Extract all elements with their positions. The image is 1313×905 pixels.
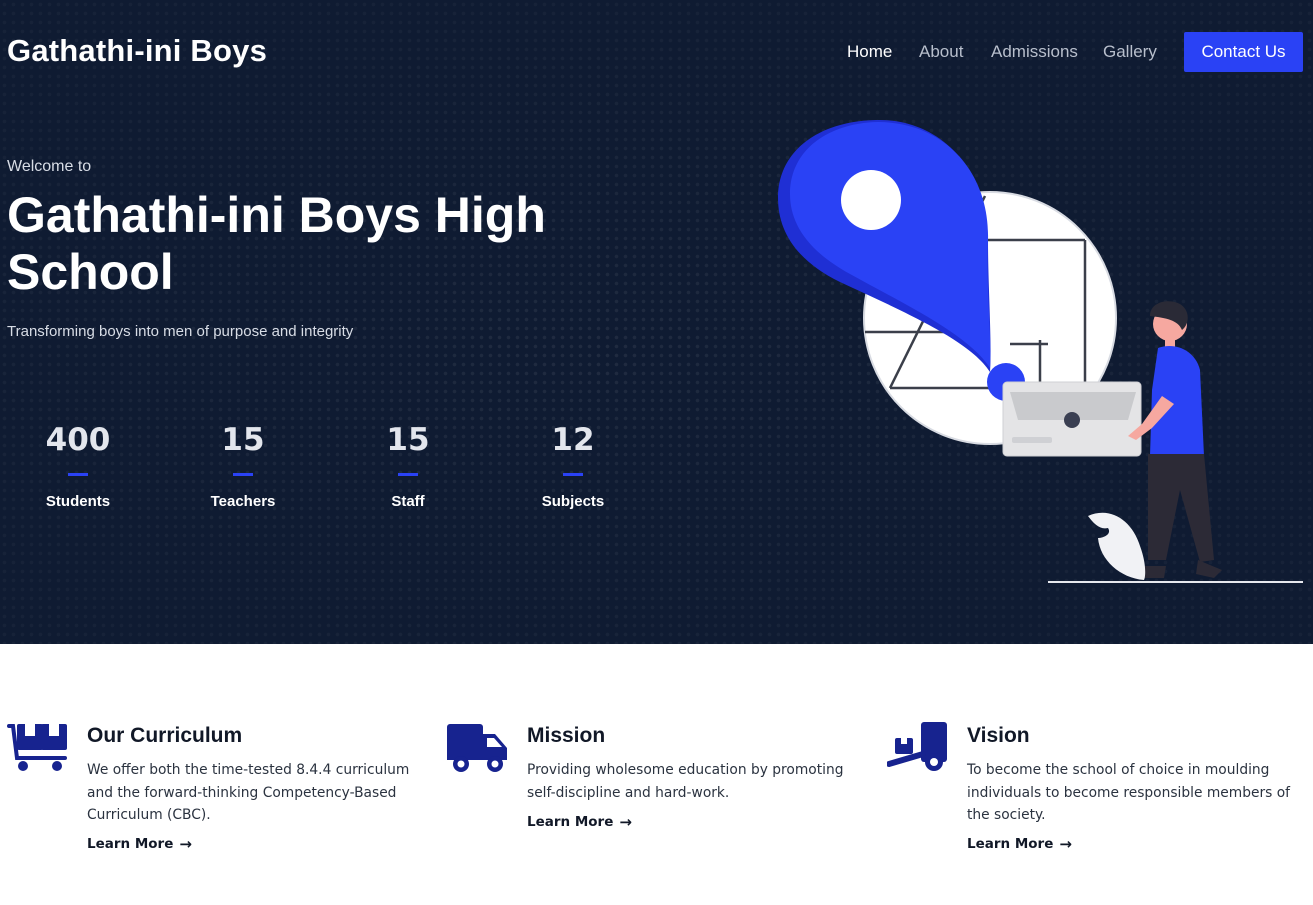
hero-illustration — [778, 119, 1303, 583]
hero-title: Gathathi-ini Boys High School — [7, 187, 546, 300]
stat-students: 400 Students — [18, 422, 138, 510]
feature-description: We offer both the time-tested 8.4.4 curr… — [87, 762, 410, 823]
arrow-right-icon: → — [1059, 835, 1072, 853]
arrow-right-icon: → — [619, 813, 632, 831]
stat-label: Students — [45, 493, 111, 510]
feature-description: Providing wholesome education by promoti… — [527, 762, 844, 801]
nav-admissions[interactable]: Admissions — [991, 42, 1078, 62]
stat-underline — [68, 473, 88, 476]
learn-more-label: Learn More — [87, 836, 174, 852]
hero-welcome: Welcome to — [7, 158, 92, 175]
stat-value: 400 — [45, 422, 111, 458]
arrow-right-icon: → — [179, 835, 192, 853]
stat-underline — [398, 473, 418, 476]
stat-underline — [233, 473, 253, 476]
main-nav: Home About Admissions Gallery Contact Us — [0, 32, 1313, 72]
hero-section: Gathathi-ini Boys Home About Admissions … — [0, 0, 1313, 644]
features-section: Our Curriculum We offer both the time-te… — [0, 644, 1313, 905]
person-figure — [1128, 301, 1222, 578]
stat-value: 15 — [221, 422, 265, 458]
feature-title: Vision — [967, 724, 1030, 747]
stat-underline — [563, 473, 583, 476]
feature-title: Mission — [527, 724, 606, 747]
hand-truck-icon — [887, 722, 947, 771]
feature-description: To become the school of choice in mouldi… — [967, 762, 1290, 823]
stat-label: Staff — [391, 493, 425, 510]
truck-icon — [447, 724, 507, 772]
stat-label: Teachers — [210, 493, 276, 510]
feature-curriculum: Our Curriculum We offer both the time-te… — [7, 722, 437, 872]
hero-tagline: Transforming boys into men of purpose an… — [7, 323, 354, 340]
learn-more-link[interactable]: Learn More → — [967, 835, 1072, 853]
learn-more-link[interactable]: Learn More → — [87, 835, 192, 853]
pin-hole — [841, 170, 901, 230]
plant-leaf — [1088, 512, 1146, 580]
learn-more-link[interactable]: Learn More → — [527, 813, 632, 831]
learn-more-label: Learn More — [967, 836, 1054, 852]
contact-us-button[interactable]: Contact Us — [1184, 32, 1303, 72]
stat-teachers: 15 Teachers — [183, 422, 303, 510]
feature-vision: Vision To become the school of choice in… — [887, 722, 1313, 872]
feature-mission: Mission Providing wholesome education by… — [447, 722, 877, 872]
stat-value: 12 — [551, 422, 595, 458]
stat-subjects: 12 Subjects — [513, 422, 633, 510]
nav-gallery[interactable]: Gallery — [1103, 42, 1157, 62]
nav-about[interactable]: About — [919, 42, 963, 62]
laptop-logo — [1064, 412, 1080, 428]
learn-more-label: Learn More — [527, 814, 614, 830]
stat-value: 15 — [386, 422, 430, 458]
dolly-box-icon — [7, 724, 67, 771]
nav-home[interactable]: Home — [847, 42, 892, 62]
stat-label: Subjects — [541, 493, 605, 510]
feature-title: Our Curriculum — [87, 724, 243, 747]
stat-staff: 15 Staff — [348, 422, 468, 510]
laptop-detail — [1012, 437, 1052, 443]
